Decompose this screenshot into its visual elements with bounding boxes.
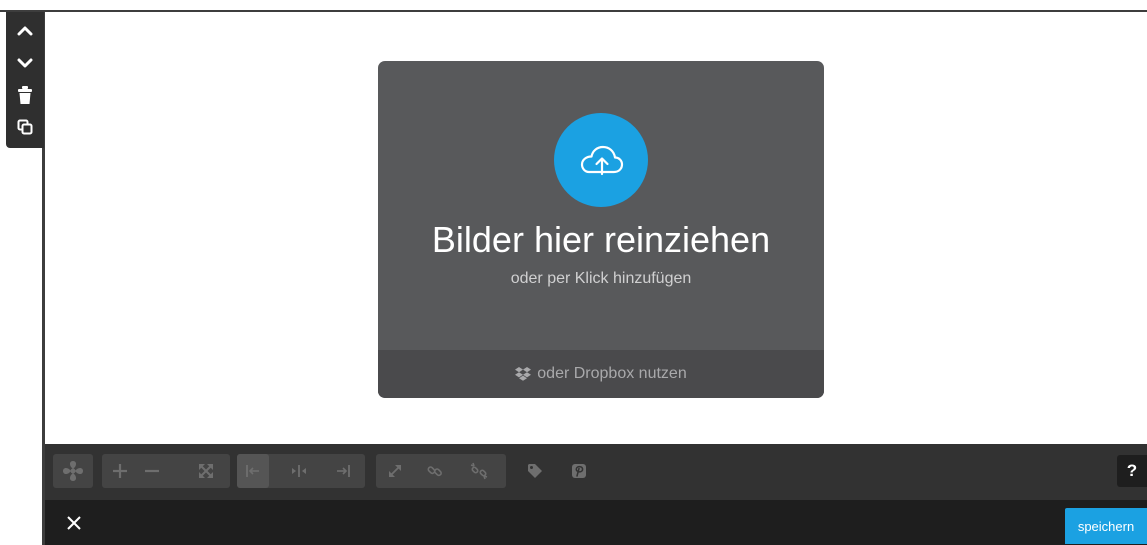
unlink-icon <box>470 462 488 480</box>
tag-icon <box>528 464 542 478</box>
block-toolbar <box>6 12 44 148</box>
cloud-upload-icon <box>580 145 624 176</box>
image-drop-zone[interactable]: Bilder hier reinziehen oder per Klick hi… <box>378 61 824 398</box>
duplicate-icon <box>17 119 33 135</box>
upload-button[interactable] <box>554 113 648 207</box>
pinterest-button[interactable] <box>563 454 595 488</box>
zoom-in-icon <box>113 464 127 478</box>
top-border <box>0 10 1147 12</box>
zoom-out-icon <box>145 469 159 473</box>
close-button[interactable] <box>63 512 85 534</box>
footer-bar: speichern <box>45 500 1147 545</box>
close-icon <box>67 516 81 530</box>
dropbox-button[interactable]: oder Dropbox nutzen <box>378 350 824 398</box>
zoom-out-button[interactable] <box>136 454 168 488</box>
expand-button[interactable] <box>379 454 411 488</box>
help-button[interactable]: ? <box>1117 455 1147 487</box>
duplicate-button[interactable] <box>10 112 40 142</box>
unlink-button[interactable] <box>463 454 495 488</box>
slideshow-icon <box>63 461 83 481</box>
chevron-down-icon <box>17 58 33 68</box>
dropbox-label: oder Dropbox nutzen <box>537 365 687 382</box>
align-right-icon <box>337 465 350 477</box>
trash-icon <box>18 86 32 104</box>
move-up-button[interactable] <box>10 16 40 46</box>
link-button[interactable] <box>419 454 451 488</box>
dropbox-icon <box>515 367 532 381</box>
align-center-button[interactable] <box>283 454 315 488</box>
align-left-button[interactable] <box>237 454 269 488</box>
zoom-in-button[interactable] <box>104 454 136 488</box>
fullscreen-icon <box>199 464 213 478</box>
slideshow-button[interactable] <box>57 454 89 488</box>
tag-button[interactable] <box>519 454 551 488</box>
align-right-button[interactable] <box>327 454 359 488</box>
align-left-icon <box>246 465 259 477</box>
save-button[interactable]: speichern <box>1065 508 1147 544</box>
delete-button[interactable] <box>10 80 40 110</box>
chevron-up-icon <box>17 26 33 36</box>
align-center-icon <box>292 465 306 477</box>
move-down-button[interactable] <box>10 48 40 78</box>
image-toolbar: ? <box>45 444 1147 500</box>
fullscreen-button[interactable] <box>190 454 222 488</box>
pinterest-icon <box>572 464 586 478</box>
upload-title: Bilder hier reinziehen <box>431 219 771 260</box>
expand-icon <box>389 465 401 477</box>
link-icon <box>427 466 442 477</box>
upload-subtitle: oder per Klick hinzufügen <box>510 270 692 287</box>
